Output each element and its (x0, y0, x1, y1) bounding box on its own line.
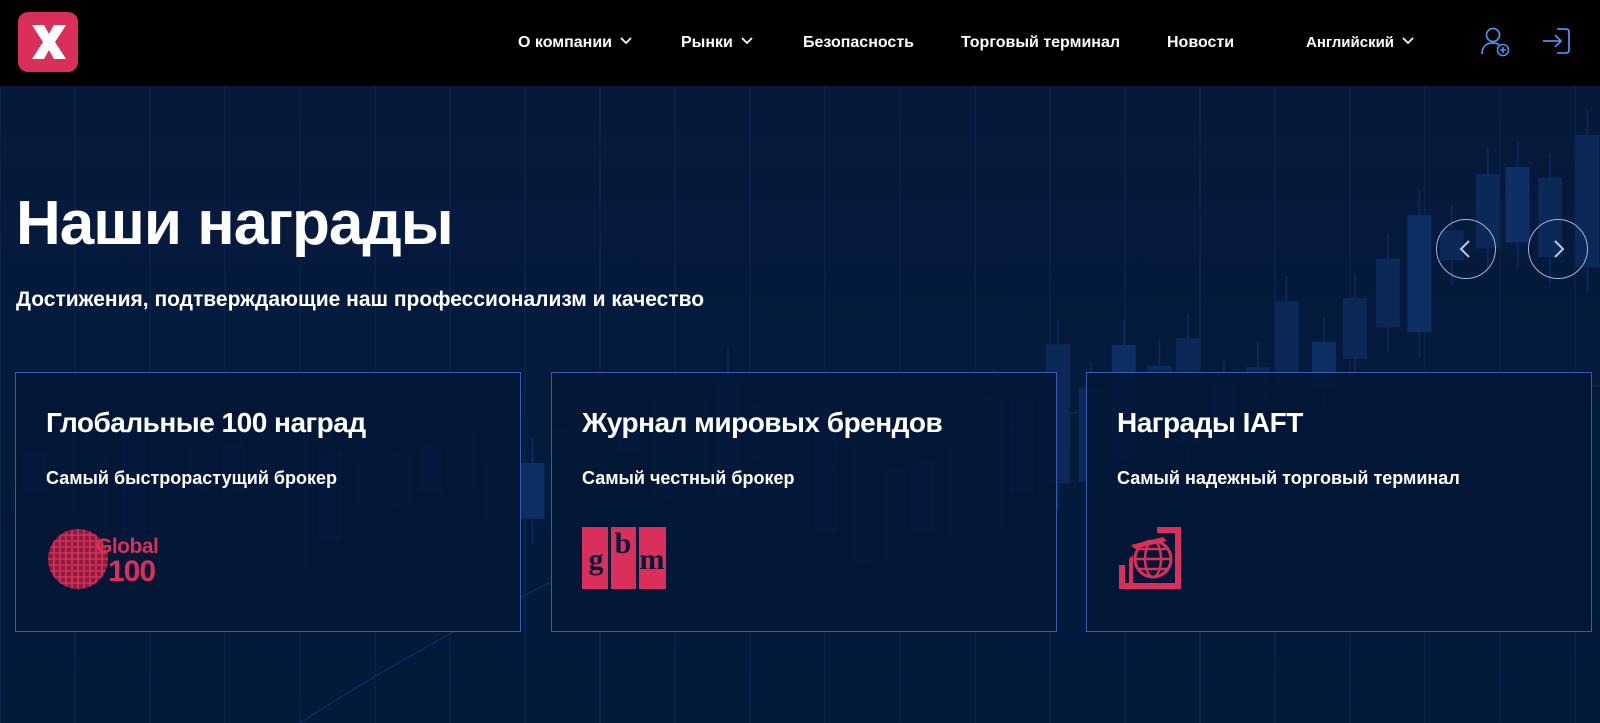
nav-label: Рынки (681, 34, 733, 52)
award-card-global-100[interactable]: Глобальные 100 наград Самый быстрорастущ… (15, 372, 521, 632)
nav-label: Безопасность (803, 34, 914, 51)
arrow-right-icon (1554, 240, 1565, 258)
logo-x-icon[interactable] (18, 12, 78, 72)
chevron-down-icon (620, 28, 632, 54)
iaft-globe-logo-icon (1117, 525, 1183, 591)
nav-item-markets[interactable]: Рынки (681, 30, 753, 56)
logo-text: b (614, 527, 632, 560)
top-navigation-bar: О компании Рынки Безопасность Торговый т… (0, 0, 1600, 86)
nav-item-security[interactable]: Безопасность (803, 30, 914, 56)
award-title: Награды IAFT (1117, 407, 1303, 438)
user-add-icon[interactable] (1478, 24, 1512, 58)
award-card-iaft[interactable]: Награды IAFT Самый надежный торговый тер… (1086, 372, 1592, 632)
arrow-left-icon (1459, 240, 1470, 258)
logo-text: g (588, 543, 604, 576)
language-selector[interactable]: Английский (1306, 30, 1414, 56)
carousel-next-button[interactable] (1528, 219, 1588, 279)
award-title: Журнал мировых брендов (582, 407, 943, 438)
nav-item-trading-terminal[interactable]: Торговый терминал (961, 30, 1120, 56)
login-arrow-icon[interactable] (1540, 24, 1574, 58)
gbm-logo-icon: g b m (582, 525, 666, 591)
logo-text: 100 (108, 555, 156, 588)
award-subtitle: Самый надежный торговый терминал (1117, 468, 1460, 488)
nav-item-about[interactable]: О компании (518, 30, 632, 56)
award-card-global-brands[interactable]: Журнал мировых брендов Самый честный бро… (551, 372, 1057, 632)
carousel-prev-button[interactable] (1436, 219, 1496, 279)
nav-label: О компании (518, 34, 612, 52)
nav-label: Новости (1167, 34, 1235, 51)
global-100-logo-icon: Global 100 (46, 525, 176, 593)
page-title: Наши награды (16, 189, 454, 258)
language-label: Английский (1306, 34, 1395, 51)
nav-label: Торговый терминал (961, 34, 1121, 51)
chevron-down-icon (741, 28, 753, 54)
page-subtitle: Достижения, подтверждающие наш профессио… (16, 288, 705, 311)
logo-text: m (639, 543, 665, 576)
nav-item-news[interactable]: Новости (1167, 30, 1234, 56)
chevron-down-icon (1402, 28, 1414, 54)
award-subtitle: Самый честный брокер (582, 468, 795, 488)
award-title: Глобальные 100 наград (46, 407, 366, 438)
award-subtitle: Самый быстрорастущий брокер (46, 468, 338, 488)
